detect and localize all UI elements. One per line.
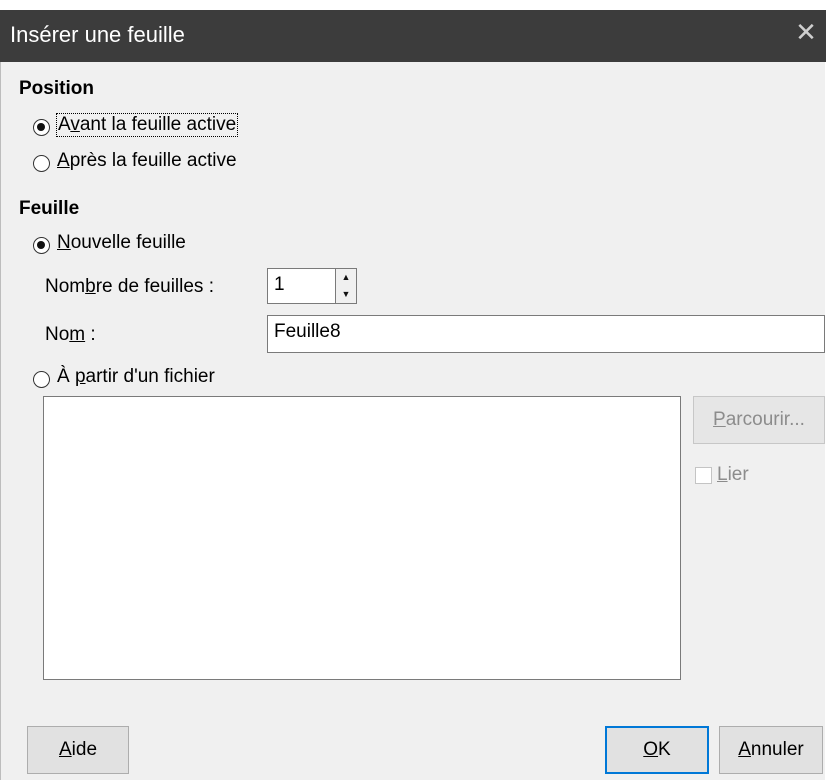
position-heading: Position (19, 78, 94, 99)
spin-down-icon[interactable]: ▼ (336, 286, 356, 303)
radio-before-indicator[interactable] (33, 119, 50, 136)
sheet-count-spinner[interactable]: ▲ ▼ (335, 268, 357, 304)
ok-button[interactable]: OK (605, 726, 709, 774)
radio-new-sheet-indicator[interactable] (33, 237, 50, 254)
radio-new-sheet-label: Nouvelle feuille (57, 232, 186, 253)
sheet-count-label: Nombre de feuilles : (45, 276, 214, 297)
dialog-title: Insérer une feuille (10, 22, 185, 47)
radio-from-file-label: À partir d'un fichier (57, 366, 215, 387)
link-checkbox-label: Lier (717, 464, 749, 485)
help-button[interactable]: Aide (27, 726, 129, 774)
radio-after-indicator[interactable] (33, 155, 50, 172)
radio-before-label: Avant la feuille active (55, 113, 239, 137)
browse-button[interactable]: Parcourir... (693, 396, 825, 444)
sheet-heading: Feuille (19, 198, 80, 219)
radio-from-file-indicator[interactable] (33, 371, 50, 388)
radio-after-label: Après la feuille active (57, 150, 237, 171)
link-checkbox-box[interactable] (695, 467, 712, 484)
insert-sheet-dialog: Position Avant la feuille active Après l… (0, 62, 825, 780)
sheet-name-input[interactable]: Feuille8 (267, 315, 825, 353)
close-icon[interactable]: ✕ (794, 19, 818, 45)
dialog-titlebar: Insérer une feuille ✕ (0, 10, 826, 62)
cancel-button[interactable]: Annuler (719, 726, 823, 774)
spin-up-icon[interactable]: ▲ (336, 269, 356, 286)
sheet-name-label: Nom : (45, 324, 96, 345)
sheet-count-input[interactable]: 1 (267, 268, 337, 304)
file-sheets-listbox[interactable] (43, 396, 681, 680)
